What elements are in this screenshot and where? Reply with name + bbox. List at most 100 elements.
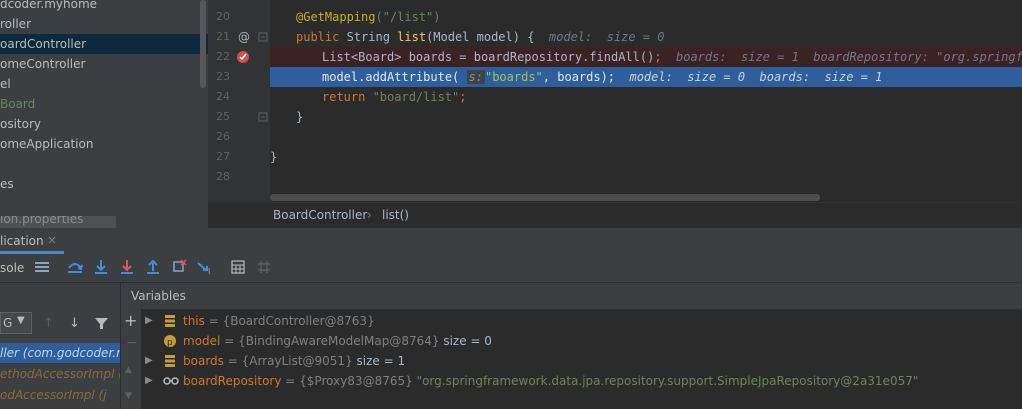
step-out-icon[interactable] [144,258,162,276]
variable-text: model = {BindingAwareModelMap@8764} size… [183,331,492,351]
variable-value: "org.springframework.data.jpa.repository… [412,374,919,388]
code-line-22: List<Board> boards = boardRepository.fin… [270,47,1022,67]
line-number: 24 [216,90,230,103]
tree-scrollbar[interactable] [200,0,206,88]
step-over-icon[interactable] [66,258,84,276]
variable-text: this = {BoardController@8763} [183,311,375,331]
expand-arrow-icon[interactable]: ▶ [145,311,153,331]
tree-item[interactable]: roller [0,14,31,34]
frame-item[interactable]: ethodAccessorImpl (j [0,364,120,384]
arrow-up-icon[interactable]: ↑ [43,316,54,331]
thread-selector[interactable]: G ▼ [0,312,32,334]
code-line-20: @GetMapping("/list") [296,10,441,24]
line-number: 28 [216,170,230,183]
variables-title: Variables [131,289,186,303]
p-icon: p [163,334,177,348]
variable-name: boardRepository [183,374,282,388]
move-up-icon[interactable]: ▲ [125,365,132,375]
variable-text: boardRepository = {$Proxy83@8765} "org.s… [183,371,918,391]
trace-icon[interactable] [255,258,273,276]
line-number: 23 [216,70,230,83]
glasses-icon [163,374,179,388]
frames-layout-icon[interactable] [33,258,51,276]
variable-row[interactable]: ▶ this = {BoardController@8763} [141,311,1022,331]
console-tab[interactable]: sole [0,261,24,275]
chevron-down-icon: ▼ [17,315,25,326]
variable-equals: = [220,334,239,348]
step-into-icon[interactable] [92,258,110,276]
fold-end-icon[interactable] [258,112,268,122]
tree-item[interactable]: Board [0,94,35,114]
inline-debug-value: model: size = 0 [548,30,665,44]
svg-text:I: I [208,267,210,275]
code-line-27: } [270,150,278,164]
variable-equals: = [281,374,300,388]
field-icon [163,354,177,368]
arrow-down-icon[interactable]: ↓ [69,316,80,331]
inline-debug-value: boards: size = 1 boardRepository: "org.s… [676,50,1022,64]
tree-item[interactable]: oardController [0,34,208,54]
variable-name: boards [183,354,224,368]
close-icon[interactable]: × [47,233,57,247]
variable-row[interactable]: p model = {BindingAwareModelMap@8764} siz… [141,331,1022,351]
fold-icon[interactable] [258,32,268,42]
code-line-24: return "board/list"; [322,90,467,104]
debug-session-tab-label: lication [0,234,44,248]
variable-name: this [183,314,205,328]
breadcrumb: BoardController › list() [208,202,1022,229]
breadcrumb-separator-icon: › [367,208,372,222]
breadcrumb-class[interactable]: BoardController [273,208,367,222]
variable-name: model [183,334,221,348]
tree-item[interactable]: el [0,74,11,94]
line-number: 25 [216,110,230,123]
debug-toolbar: sole I [0,254,1022,283]
tree-item[interactable]: es [0,174,14,194]
thread-selector-value: G [3,316,13,330]
add-watch-icon[interactable]: + [124,311,137,330]
code-line-23-execution-point: model.addAttribute( s: "boards", boards);… [270,67,1022,87]
line-number: 20 [216,10,230,23]
field-icon [163,314,177,328]
variables-side-toolbar: + − ▲ ▼ [121,309,141,409]
evaluate-expression-icon[interactable] [229,258,247,276]
expand-arrow-icon[interactable]: ▶ [145,351,153,371]
variable-row[interactable]: ▶ boardRepository = {$Proxy83@8765} "org.… [141,371,1022,391]
breakpoint-icon[interactable] [236,50,250,64]
editor-horizontal-scrollbar[interactable] [270,194,820,201]
move-down-icon[interactable]: ▼ [125,391,132,401]
expand-arrow-icon[interactable]: ▶ [145,371,153,391]
debug-session-tab[interactable]: lication × [0,228,64,254]
inline-debug-value: model: size = 0 boards: size = 1 [629,70,883,84]
tree-item-partial[interactable]: ion.properties [0,216,116,228]
tree-item[interactable]: omeController [0,54,85,74]
variable-equals: = [204,314,223,328]
code-line-21: public String list(Model model) { model:… [296,30,665,44]
code-line-25: } [296,110,304,124]
filter-icon[interactable] [95,317,108,330]
variable-type: {$Proxy83@8765} [299,374,413,388]
line-number: 22 [216,50,230,63]
frame-item-selected[interactable]: ller (com.godcoder.m [0,343,120,363]
line-number: 27 [216,150,230,163]
variable-row[interactable]: ▶ boards = {ArrayList@9051} size = 1 [141,351,1022,371]
remove-watch-icon[interactable]: − [126,335,138,351]
debug-tab-bar: lication × [0,228,1022,255]
frames-panel: G ▼ ↑ ↓ ller (com.godcoder.m ethodAccess… [0,283,120,409]
tree-item[interactable]: ository [0,114,41,134]
code-editor[interactable]: @GetMapping("/list") public String list(… [270,0,1022,202]
variable-type: {BoardController@8763} [222,314,375,328]
tree-item[interactable]: dcoder.myhome [0,0,97,14]
variables-header: Variables [121,283,1022,309]
breadcrumb-method[interactable]: list() [382,208,409,222]
run-to-cursor-icon[interactable]: I [196,258,214,276]
variable-text: boards = {ArrayList@9051} size = 1 [183,351,405,371]
variable-value: size = 0 [439,334,492,348]
parameter-hint: s: [466,70,485,84]
frame-item[interactable]: odAccessorImpl (j [0,385,107,405]
variable-value: size = 1 [352,354,406,368]
force-step-into-icon[interactable] [118,258,136,276]
variable-type: {BindingAwareModelMap@8764} [238,334,440,348]
tree-item[interactable]: omeApplication [0,134,93,154]
drop-frame-icon[interactable] [170,258,188,276]
annotation-gutter-icon[interactable]: @ [237,27,251,47]
